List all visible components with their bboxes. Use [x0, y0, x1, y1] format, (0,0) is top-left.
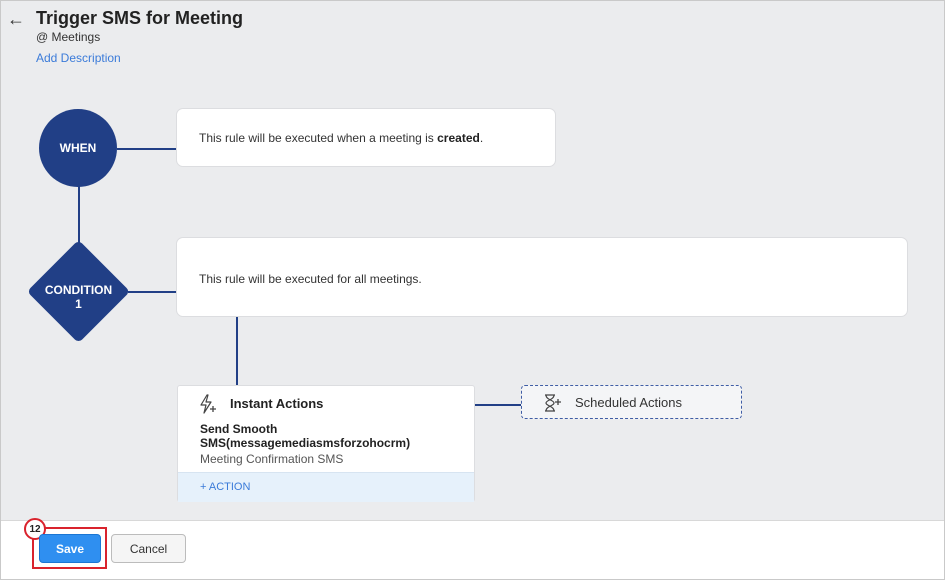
module-label: @ Meetings: [36, 30, 101, 44]
back-arrow-icon[interactable]: ←: [6, 9, 26, 29]
instant-actions-card: Instant Actions Send Smooth SMS(messagem…: [177, 385, 475, 502]
add-action-button[interactable]: + ACTION: [178, 472, 474, 502]
when-trigger-event: created: [437, 131, 480, 145]
page-title: Trigger SMS for Meeting: [36, 8, 244, 28]
save-button[interactable]: Save: [39, 534, 101, 563]
rule-editor-page: ← Trigger SMS for Meeting @ Meetings Add…: [0, 0, 945, 580]
action-name[interactable]: Send Smooth SMS(messagemediasmsforzohocr…: [200, 422, 460, 450]
connector-when-card: [117, 148, 177, 150]
add-description-link[interactable]: Add Description: [36, 51, 121, 65]
scheduled-actions-label: Scheduled Actions: [575, 395, 682, 410]
connector-condition-card: [128, 291, 177, 293]
condition-node-label: CONDITION 1: [44, 283, 113, 311]
connector-when-condition: [78, 186, 80, 248]
when-card[interactable]: This rule will be executed when a meetin…: [176, 108, 556, 167]
condition-card-text: This rule will be executed for all meeti…: [199, 272, 422, 286]
scheduled-actions-button[interactable]: Scheduled Actions: [521, 385, 742, 419]
condition-card[interactable]: This rule will be executed for all meeti…: [176, 237, 908, 317]
cancel-button[interactable]: Cancel: [111, 534, 186, 563]
hourglass-plus-icon: [545, 394, 561, 412]
when-node: WHEN: [39, 109, 117, 187]
lightning-plus-icon: [200, 394, 216, 414]
connector-instant-scheduled: [474, 404, 522, 406]
action-subtitle: Meeting Confirmation SMS: [200, 452, 344, 466]
instant-actions-title: Instant Actions: [230, 396, 324, 411]
when-card-text: This rule will be executed when a meetin…: [199, 131, 484, 145]
when-node-label: WHEN: [59, 141, 97, 155]
connector-condition-actions: [236, 317, 238, 386]
